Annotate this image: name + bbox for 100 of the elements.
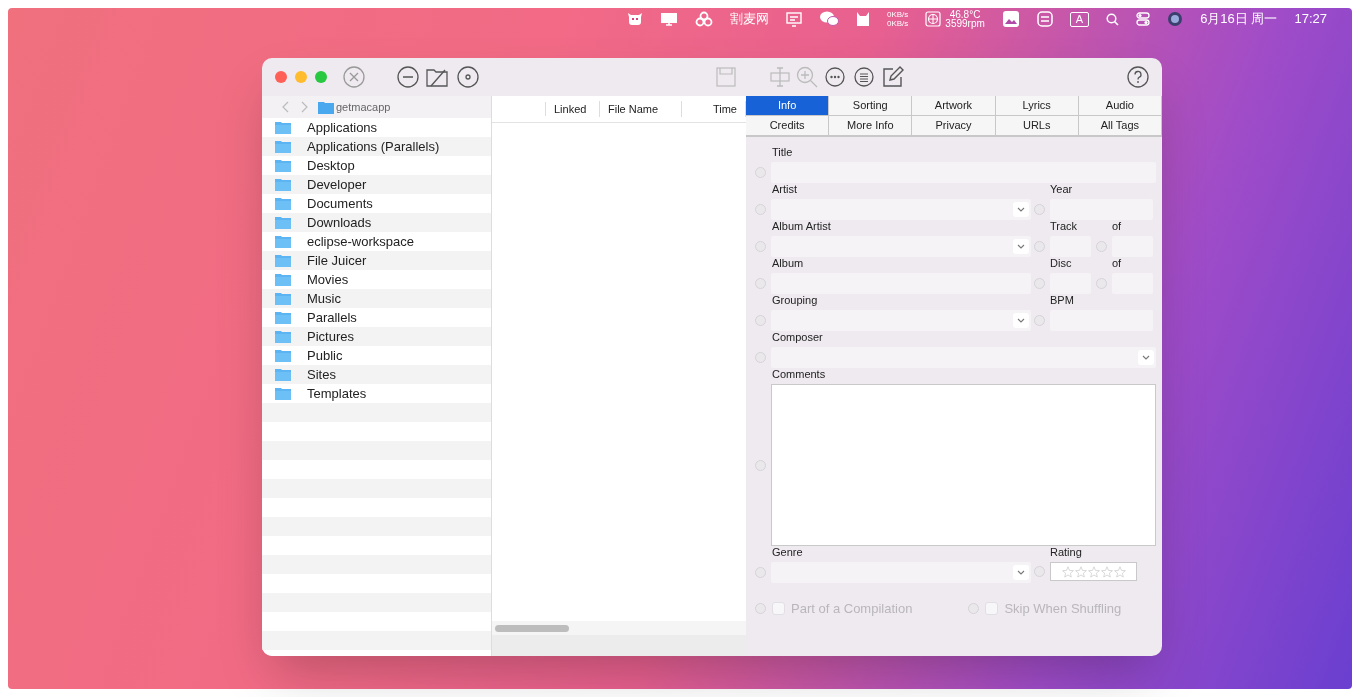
link-status-indicator[interactable] bbox=[1034, 566, 1045, 577]
edit-icon[interactable] bbox=[882, 66, 904, 88]
field-label: Album bbox=[771, 257, 805, 269]
forward-chevron-icon[interactable] bbox=[300, 101, 308, 113]
close-circle-icon[interactable] bbox=[343, 66, 365, 88]
text-cursor-icon[interactable] bbox=[769, 66, 791, 88]
control-center-icon[interactable] bbox=[1136, 12, 1151, 26]
field-label: Composer bbox=[771, 331, 824, 343]
fan-icon[interactable] bbox=[925, 11, 942, 27]
sensor-reading: 3599rpm bbox=[945, 19, 985, 28]
monitor-icon[interactable] bbox=[660, 12, 678, 26]
chat-bubbles-icon[interactable] bbox=[819, 11, 839, 27]
chevron-down-icon[interactable] bbox=[1142, 355, 1150, 360]
link-status-indicator[interactable] bbox=[755, 352, 766, 363]
list-circle-icon[interactable] bbox=[854, 67, 874, 87]
tab[interactable]: Artwork bbox=[912, 96, 996, 116]
link-status-indicator[interactable] bbox=[968, 603, 980, 615]
link-status-indicator[interactable] bbox=[755, 278, 766, 289]
menu-bar-text[interactable]: 6月16日 周一 bbox=[1200, 9, 1278, 29]
link-status-indicator[interactable] bbox=[1034, 204, 1045, 215]
link-status-indicator[interactable] bbox=[755, 167, 766, 178]
column-header[interactable]: File Name bbox=[600, 100, 682, 118]
rings-icon[interactable] bbox=[695, 11, 713, 27]
link-status-indicator[interactable] bbox=[1096, 278, 1107, 289]
field-label: BPM bbox=[1049, 294, 1075, 306]
cat-icon[interactable] bbox=[856, 11, 870, 27]
tab[interactable]: Credits bbox=[746, 116, 830, 136]
horizontal-scrollbar[interactable] bbox=[495, 624, 569, 632]
tab[interactable]: Lyrics bbox=[995, 96, 1079, 116]
star-rating[interactable] bbox=[1050, 562, 1137, 581]
disc-icon[interactable] bbox=[457, 66, 479, 88]
tab[interactable]: Audio bbox=[1078, 96, 1162, 116]
field-label: Track bbox=[1049, 220, 1079, 232]
chevron-down-icon[interactable] bbox=[1017, 318, 1025, 323]
close-window-button[interactable] bbox=[275, 71, 287, 83]
folder-icon bbox=[275, 159, 291, 172]
folder-item[interactable]: Sites bbox=[307, 364, 336, 385]
cow-icon[interactable] bbox=[627, 12, 643, 26]
zoom-in-icon[interactable] bbox=[796, 66, 818, 88]
back-chevron-icon[interactable] bbox=[282, 101, 290, 113]
link-status-indicator[interactable] bbox=[755, 603, 766, 615]
folder-icon bbox=[275, 292, 291, 305]
folder-icon bbox=[275, 178, 291, 191]
chevron-down-icon[interactable] bbox=[1017, 244, 1025, 249]
field-label: Artist bbox=[771, 183, 799, 195]
folder-icon bbox=[275, 140, 291, 153]
folder-item[interactable]: Documents bbox=[307, 193, 373, 214]
field-label: Genre bbox=[771, 546, 804, 558]
field-label: Comments bbox=[771, 368, 827, 380]
folder-item[interactable]: Movies bbox=[307, 269, 349, 290]
field-label: Title bbox=[771, 146, 794, 158]
link-status-indicator[interactable] bbox=[1034, 278, 1045, 289]
zoom-window-button[interactable] bbox=[315, 71, 327, 83]
tab[interactable]: Info bbox=[746, 96, 830, 116]
folder-item[interactable]: Parallels bbox=[307, 307, 357, 328]
tab[interactable]: More Info bbox=[829, 116, 913, 136]
field-label: Rating bbox=[1049, 546, 1083, 558]
folder-icon bbox=[275, 330, 291, 343]
field-label: Grouping bbox=[771, 294, 819, 306]
tab[interactable]: URLs bbox=[995, 116, 1079, 136]
chevron-down-icon[interactable] bbox=[1017, 207, 1025, 212]
link-status-indicator[interactable] bbox=[1096, 241, 1107, 252]
folder-slash-icon[interactable] bbox=[426, 67, 448, 87]
link-status-indicator[interactable] bbox=[755, 241, 766, 252]
folder-item[interactable]: eclipse-workspace bbox=[307, 231, 414, 252]
link-status-indicator[interactable] bbox=[755, 204, 766, 215]
orb-icon[interactable] bbox=[1167, 11, 1184, 27]
minimize-window-button[interactable] bbox=[295, 71, 307, 83]
path-label[interactable]: getmacapp bbox=[336, 98, 391, 116]
folder-item[interactable]: Desktop bbox=[307, 155, 355, 176]
link-status-indicator[interactable] bbox=[1034, 315, 1045, 326]
folder-item[interactable]: Applications bbox=[307, 118, 378, 138]
help-icon[interactable] bbox=[1127, 66, 1149, 88]
tab[interactable]: Sorting bbox=[829, 96, 913, 116]
field-label: Album Artist bbox=[771, 220, 832, 232]
tab[interactable]: Privacy bbox=[912, 116, 996, 136]
comments-text-area[interactable] bbox=[771, 384, 1156, 546]
column-header[interactable]: Linked bbox=[546, 100, 600, 118]
screen-icon[interactable] bbox=[786, 11, 802, 27]
folder-item[interactable]: Public bbox=[307, 345, 343, 366]
more-circle-icon[interactable] bbox=[825, 67, 845, 87]
link-status-indicator[interactable] bbox=[755, 315, 766, 326]
chevron-down-icon[interactable] bbox=[1017, 570, 1025, 575]
search-icon[interactable] bbox=[1106, 12, 1120, 26]
save-icon[interactable] bbox=[716, 67, 736, 87]
folder-item[interactable]: Music bbox=[307, 288, 341, 309]
folder-icon bbox=[275, 121, 291, 134]
field-label: Disc bbox=[1049, 257, 1073, 269]
link-status-indicator[interactable] bbox=[755, 459, 766, 471]
tab[interactable]: All Tags bbox=[1078, 116, 1162, 136]
folder-icon bbox=[275, 311, 291, 324]
minus-circle-icon[interactable] bbox=[397, 66, 419, 88]
field-label: Year bbox=[1049, 183, 1074, 195]
menu-bar-text[interactable]: 17:27 bbox=[1294, 9, 1327, 29]
folder-item[interactable]: Templates bbox=[307, 383, 367, 404]
input-source-indicator[interactable]: A bbox=[1069, 11, 1090, 27]
link-status-indicator[interactable] bbox=[1034, 241, 1045, 252]
field-label: of bbox=[1111, 220, 1123, 232]
field-label: of bbox=[1111, 257, 1123, 269]
link-status-indicator[interactable] bbox=[755, 567, 766, 578]
